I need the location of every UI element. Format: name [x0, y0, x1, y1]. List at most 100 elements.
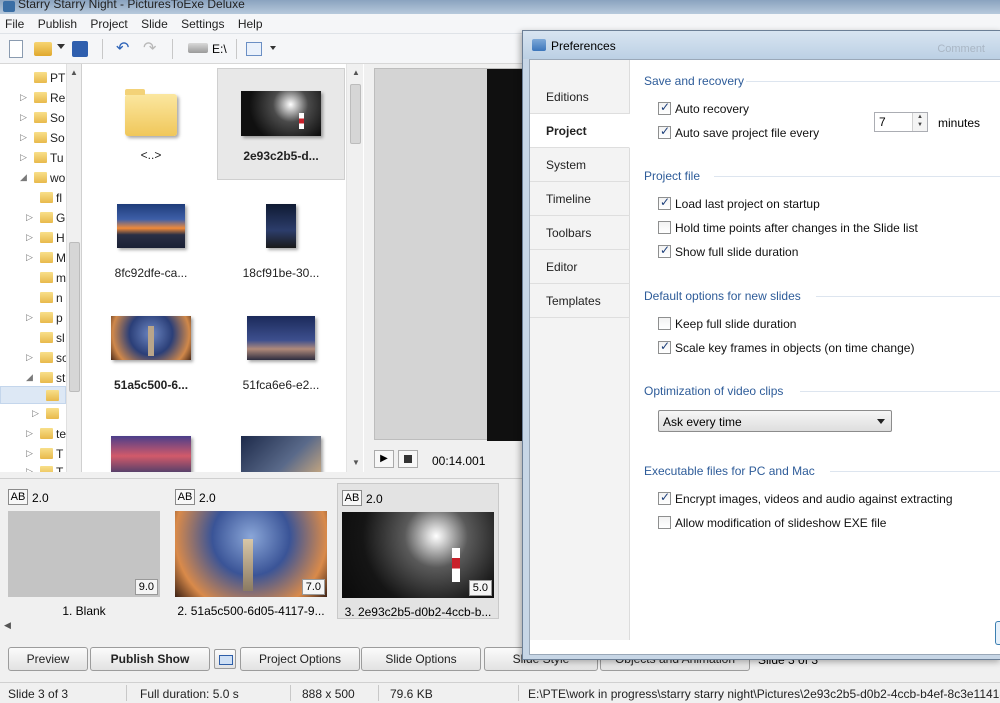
menu-publish[interactable]: Publish [33, 14, 82, 31]
publish-show-button[interactable]: Publish Show [90, 647, 210, 671]
drive-icon[interactable] [188, 43, 208, 53]
file-item[interactable]: 18cf91be-30... [217, 186, 345, 298]
file-item[interactable]: 8fc92dfe-ca... [87, 186, 215, 298]
expand-arrow-icon[interactable]: ▷ [26, 312, 33, 323]
checkbox-checked[interactable] [658, 490, 671, 505]
tree-item[interactable]: ▷ So [0, 128, 66, 148]
nav-system[interactable]: System [530, 148, 630, 182]
tree-item[interactable]: ▷ so [0, 348, 69, 368]
expand-arrow-icon[interactable]: ▷ [20, 112, 27, 123]
slide-list[interactable]: AB 2.0 9.0 1. Blank AB 2.0 7.0 2. 51a5c5… [0, 478, 524, 634]
expand-arrow-icon[interactable]: ▷ [26, 212, 33, 223]
tree-item[interactable]: ▷ p [0, 308, 66, 328]
project-options-button[interactable]: Project Options [240, 647, 360, 671]
ok-button[interactable] [995, 621, 1000, 645]
stepper-value[interactable]: 7 [879, 115, 886, 129]
expand-arrow-icon[interactable]: ▷ [26, 466, 33, 472]
tree-item[interactable]: ▷ T [0, 462, 66, 472]
tree-item[interactable]: PT [0, 68, 66, 88]
checkbox-unchecked[interactable] [658, 516, 671, 529]
expand-arrow-icon[interactable]: ▷ [26, 428, 33, 439]
video-optimization-select[interactable]: Ask every time [658, 410, 892, 432]
nav-toolbars[interactable]: Toolbars [530, 216, 630, 250]
folder-tree[interactable]: PT ▷ Re ▷ So ▷ So ▷ Tu ◢ wo fl ▷ G ▷ H ▷ Mm n ▷ p sl ▷ so ◢ st ▷ ▷ t… [0, 64, 82, 472]
ab-badge[interactable]: AB [8, 489, 28, 505]
tree-item[interactable]: ▷ H [0, 228, 66, 248]
tree-item[interactable]: ▷ Re [0, 88, 66, 108]
stepper-buttons[interactable]: ▲ ▼ [912, 113, 927, 131]
new-file-icon[interactable] [9, 40, 23, 58]
scroll-up-icon[interactable]: ▲ [70, 68, 78, 77]
tree-scrollbar[interactable]: ▲ [66, 64, 81, 472]
scrollbar-thumb[interactable] [350, 84, 361, 144]
nav-editions[interactable]: Editions [530, 80, 630, 114]
expand-arrow-icon[interactable]: ◢ [20, 172, 27, 183]
stop-button[interactable] [398, 450, 418, 468]
expand-arrow-icon[interactable]: ▷ [32, 408, 39, 419]
checkbox-checked[interactable] [658, 339, 671, 354]
nav-templates[interactable]: Templates [530, 284, 630, 318]
scrollbar-thumb[interactable] [69, 242, 80, 392]
file-item[interactable] [87, 410, 215, 472]
scroll-down-icon[interactable]: ▼ [352, 458, 360, 467]
expand-arrow-icon[interactable]: ▷ [26, 252, 33, 263]
chevron-down-icon[interactable] [877, 419, 885, 424]
file-item[interactable]: 2e93c2b5-d... [217, 68, 345, 180]
checkbox-checked[interactable] [658, 243, 671, 258]
menu-project[interactable]: Project [85, 14, 132, 31]
tree-item[interactable]: ▷ T [0, 444, 66, 464]
chevron-down-icon[interactable] [57, 44, 65, 49]
play-button[interactable]: ▶ [374, 450, 394, 468]
tree-item[interactable]: ▷ [0, 404, 66, 424]
checkbox-checked[interactable] [658, 195, 671, 210]
scroll-left-icon[interactable]: ◀ [4, 620, 11, 631]
ab-badge[interactable]: AB [342, 490, 362, 506]
expand-arrow-icon[interactable]: ▷ [26, 232, 33, 243]
tree-item[interactable]: ◢ st [0, 368, 66, 388]
scroll-up-icon[interactable]: ▲ [352, 68, 360, 77]
menu-settings[interactable]: Settings [176, 14, 229, 31]
menu-file[interactable]: File [0, 14, 29, 31]
checkbox-unchecked[interactable] [658, 221, 671, 234]
view-mode-icon[interactable] [246, 42, 262, 56]
chevron-up-icon[interactable]: ▲ [917, 114, 923, 120]
file-item-parent[interactable]: <..> [87, 68, 215, 180]
chevron-down-icon[interactable]: ▼ [917, 122, 923, 128]
tree-item[interactable]: ◢ wo [0, 168, 66, 188]
slide-item-2[interactable]: AB 2.0 7.0 2. 51a5c500-6d05-4117-9... [171, 483, 331, 619]
expand-arrow-icon[interactable]: ▷ [20, 152, 27, 163]
tree-item[interactable]: sl [0, 328, 66, 348]
undo-icon[interactable]: ↶ [116, 38, 134, 57]
chevron-down-icon[interactable] [270, 46, 276, 50]
dialog-title-bar[interactable]: Preferences Comment [523, 31, 1000, 59]
expand-arrow-icon[interactable]: ▷ [26, 448, 33, 459]
file-item[interactable] [217, 410, 345, 472]
screen-icon[interactable] [214, 649, 236, 669]
file-item[interactable]: 51a5c500-6... [87, 298, 215, 410]
open-folder-icon[interactable] [34, 42, 52, 56]
checkbox-checked[interactable] [658, 100, 671, 115]
menu-help[interactable]: Help [233, 14, 268, 31]
file-browser[interactable]: <..> 2e93c2b5-d... 8fc92dfe-ca... 18cf91… [82, 64, 364, 472]
expand-arrow-icon[interactable]: ▷ [26, 352, 33, 363]
save-icon[interactable] [72, 41, 88, 57]
tree-item[interactable] [0, 386, 66, 406]
nav-timeline[interactable]: Timeline [530, 182, 630, 216]
expand-arrow-icon[interactable]: ▷ [20, 132, 27, 143]
expand-arrow-icon[interactable]: ▷ [20, 92, 27, 103]
tree-item[interactable]: ▷ M [0, 248, 66, 268]
nav-editor[interactable]: Editor [530, 250, 630, 284]
expand-arrow-icon[interactable]: ◢ [26, 372, 33, 383]
nav-project[interactable]: Project [530, 114, 630, 148]
slide-item-1[interactable]: AB 2.0 9.0 1. Blank [4, 483, 164, 619]
slide-options-button[interactable]: Slide Options [361, 647, 481, 671]
slide-item-3[interactable]: AB 2.0 5.0 3. 2e93c2b5-d0b2-4ccb-b... [337, 483, 499, 619]
file-item[interactable]: 51fca6e6-e2... [217, 298, 345, 410]
tree-item[interactable]: ▷ te [0, 424, 66, 444]
tree-item[interactable]: ▷ So [0, 108, 66, 128]
tree-item[interactable]: n [0, 288, 66, 308]
ab-badge[interactable]: AB [175, 489, 195, 505]
checkbox-unchecked[interactable] [658, 317, 671, 330]
tree-item[interactable]: ▷ Tu [0, 148, 66, 168]
slide-list-scrollbar[interactable]: ◀ [0, 619, 524, 633]
